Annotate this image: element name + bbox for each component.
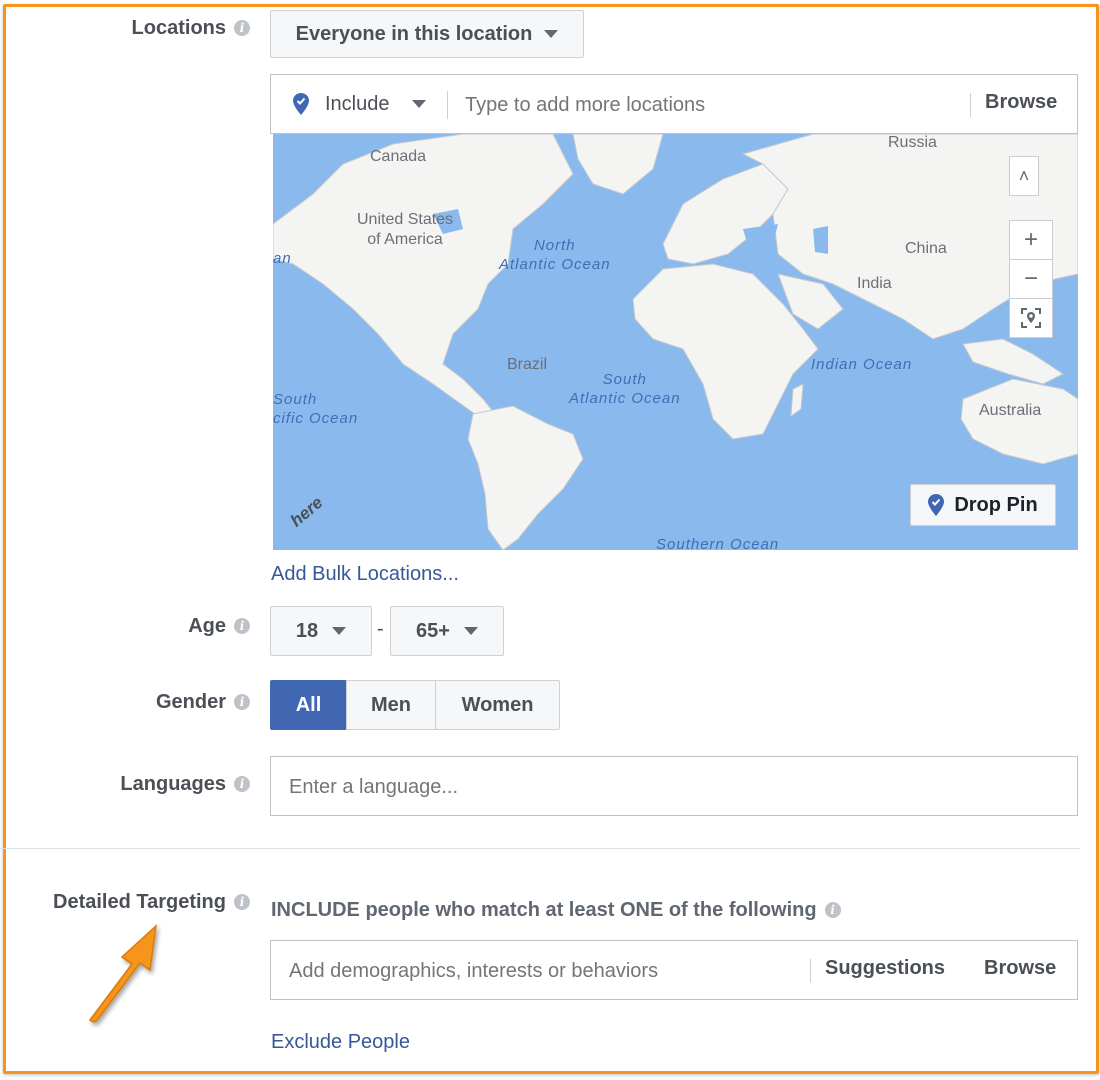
include-match-label: INCLUDE people who match at least ONE of… bbox=[271, 899, 817, 921]
map-collapse-button[interactable]: ˄ bbox=[1009, 156, 1039, 196]
drop-pin-button[interactable]: Drop Pin bbox=[910, 484, 1056, 526]
add-bulk-locations-link[interactable]: Add Bulk Locations... bbox=[271, 563, 459, 586]
audience-select[interactable]: Everyone in this location bbox=[270, 10, 584, 58]
audience-select-label: Everyone in this location bbox=[295, 22, 533, 45]
zoom-in-button[interactable]: + bbox=[1009, 220, 1053, 260]
info-icon[interactable]: i bbox=[234, 694, 250, 710]
detailed-targeting-search-bar: Suggestions Browse bbox=[270, 940, 1078, 1000]
map-label-china: China bbox=[905, 240, 947, 257]
caret-down-icon bbox=[411, 100, 426, 108]
map-label-south-atlantic: South Atlantic Ocean bbox=[569, 371, 681, 407]
detailed-targeting-label: Detailed Targeting i bbox=[53, 891, 250, 914]
locate-icon bbox=[1021, 308, 1041, 328]
divider bbox=[970, 93, 971, 117]
detailed-targeting-input[interactable] bbox=[287, 951, 801, 991]
include-select-label: Include bbox=[325, 92, 390, 115]
map-label-south-pacific: South cific Ocean bbox=[273, 391, 359, 427]
divider bbox=[810, 959, 811, 983]
map-label-russia: Russia bbox=[888, 134, 937, 151]
age-min-select[interactable]: 18 bbox=[270, 606, 372, 656]
caret-down-icon bbox=[332, 627, 347, 635]
language-input[interactable] bbox=[287, 767, 1051, 807]
map-label-india: India bbox=[857, 275, 892, 292]
plus-icon: + bbox=[1023, 226, 1038, 253]
gender-label: Gender i bbox=[156, 691, 250, 714]
locations-label: Locations i bbox=[132, 17, 250, 40]
chevron-up-icon: ˄ bbox=[1018, 165, 1030, 186]
suggestions-button[interactable]: Suggestions bbox=[825, 957, 945, 980]
map-label-usa: United States of America bbox=[357, 211, 454, 248]
map-label-edge: an bbox=[273, 250, 292, 267]
exclude-people-link[interactable]: Exclude People bbox=[271, 1031, 410, 1054]
section-divider bbox=[0, 848, 1080, 849]
location-search-bar: Include Browse bbox=[270, 74, 1078, 134]
age-max-select[interactable]: 65+ bbox=[390, 606, 504, 656]
gender-men-label: Men bbox=[371, 693, 411, 716]
map-label-southern-ocean: Southern Ocean bbox=[656, 536, 780, 550]
gender-all-label: All bbox=[295, 693, 322, 716]
info-icon[interactable]: i bbox=[824, 902, 841, 918]
location-pin-icon bbox=[293, 93, 309, 115]
drop-pin-label: Drop Pin bbox=[954, 493, 1038, 516]
include-select[interactable]: Include bbox=[271, 75, 426, 133]
info-icon[interactable]: i bbox=[234, 618, 250, 634]
map-label-brazil: Brazil bbox=[507, 356, 548, 373]
map-label-australia: Australia bbox=[979, 402, 1042, 419]
detailed-targeting-browse-button[interactable]: Browse bbox=[984, 957, 1056, 980]
divider bbox=[447, 91, 448, 119]
location-map[interactable]: Canada United States of America Russia C… bbox=[273, 134, 1078, 550]
age-label: Age i bbox=[188, 615, 250, 638]
age-min-value: 18 bbox=[295, 619, 319, 642]
gender-women-label: Women bbox=[461, 693, 534, 716]
info-icon[interactable]: i bbox=[234, 894, 250, 910]
map-label-indian-ocean: Indian Ocean bbox=[811, 356, 913, 373]
info-icon[interactable]: i bbox=[234, 776, 250, 792]
gender-all-button[interactable]: All bbox=[270, 680, 347, 730]
location-browse-button[interactable]: Browse bbox=[985, 91, 1057, 114]
info-icon[interactable]: i bbox=[234, 20, 250, 36]
zoom-out-button[interactable]: − bbox=[1009, 259, 1053, 299]
annotation-arrow-icon bbox=[89, 924, 158, 1023]
caret-down-icon bbox=[463, 627, 478, 635]
location-search-input[interactable] bbox=[463, 85, 947, 125]
age-max-value: 65+ bbox=[416, 619, 450, 642]
map-label-canada: Canada bbox=[370, 148, 427, 165]
locate-button[interactable] bbox=[1009, 298, 1053, 338]
caret-down-icon bbox=[544, 30, 559, 38]
languages-field[interactable] bbox=[270, 756, 1078, 816]
include-match-text: INCLUDE people who match at least ONE of… bbox=[271, 899, 841, 922]
minus-icon: − bbox=[1023, 265, 1038, 292]
gender-men-button[interactable]: Men bbox=[346, 680, 436, 730]
gender-women-button[interactable]: Women bbox=[435, 680, 560, 730]
age-separator: - bbox=[377, 618, 384, 640]
languages-label: Languages i bbox=[120, 773, 250, 796]
location-pin-icon bbox=[928, 494, 945, 516]
map-label-north-atlantic: North Atlantic Ocean bbox=[499, 237, 611, 273]
